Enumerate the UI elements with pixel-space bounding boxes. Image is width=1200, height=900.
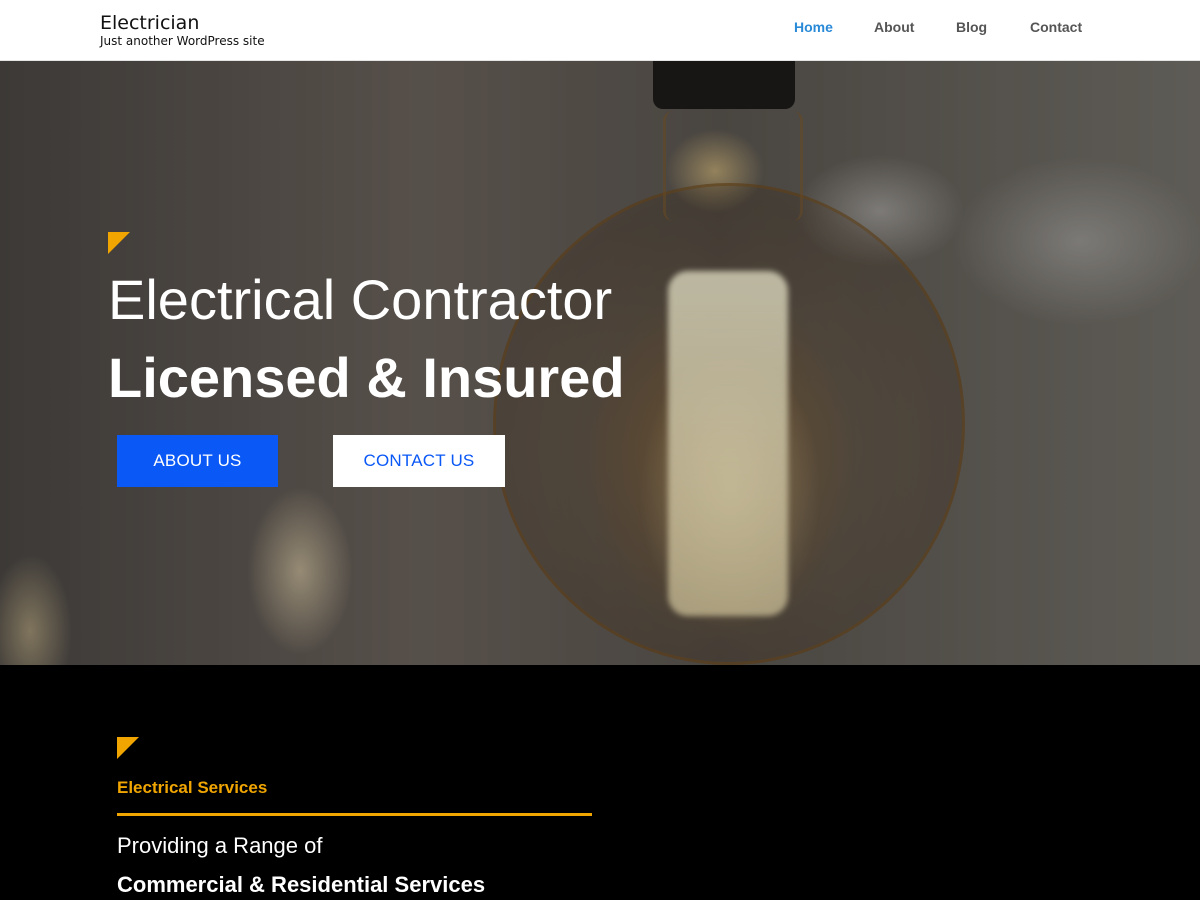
contact-us-button[interactable]: CONTACT US — [333, 435, 505, 487]
nav-about[interactable]: About — [874, 18, 914, 36]
services-heading-line1: Providing a Range of — [117, 833, 323, 858]
accent-triangle-icon — [108, 232, 130, 254]
nav-contact[interactable]: Contact — [1030, 18, 1082, 36]
nav-blog[interactable]: Blog — [956, 18, 987, 36]
services-heading-line2: Commercial & Residential Services — [117, 872, 486, 897]
site-header: Electrician Just another WordPress site … — [0, 0, 1200, 61]
hero-title-line1: Electrical Contractor — [108, 268, 613, 331]
services-divider — [117, 813, 592, 816]
about-us-button[interactable]: ABOUT US — [117, 435, 278, 487]
main-nav: Home About Blog Contact — [0, 18, 1200, 38]
accent-triangle-icon — [117, 737, 139, 759]
hero-section: Electrical Contractor Licensed & Insured… — [0, 61, 1200, 665]
services-label: Electrical Services — [117, 778, 268, 797]
hero-title-line2: Licensed & Insured — [108, 346, 625, 409]
nav-home[interactable]: Home — [794, 18, 833, 36]
services-section: Electrical Services Providing a Range of… — [0, 665, 1200, 900]
